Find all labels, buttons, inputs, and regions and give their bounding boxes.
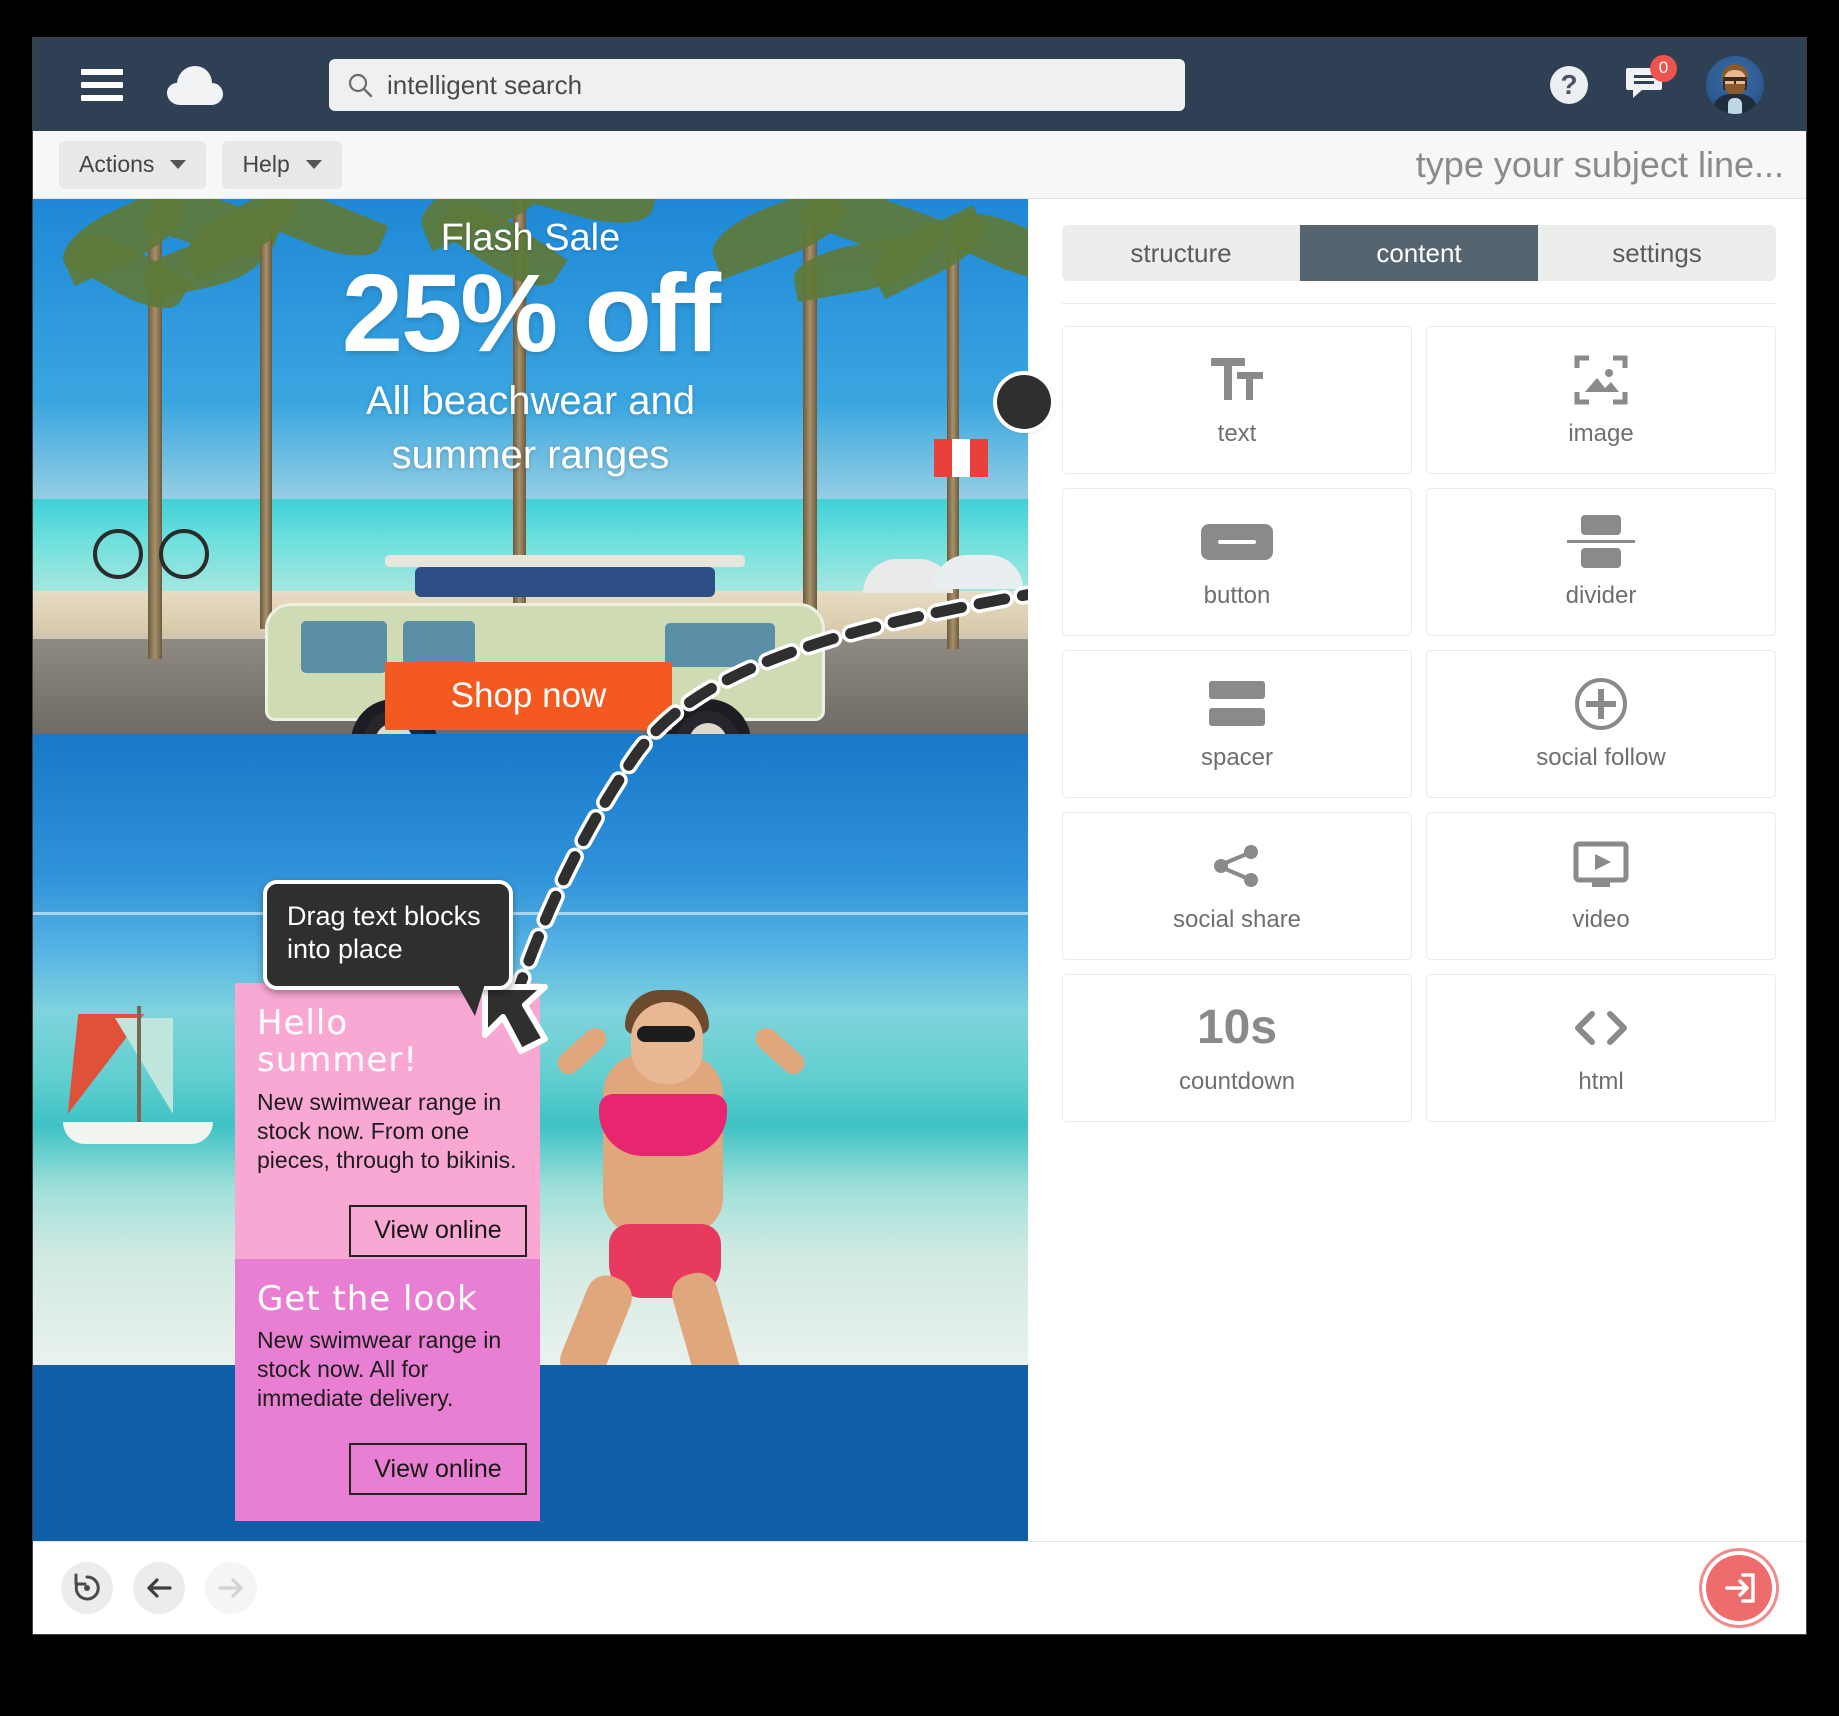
drag-handle-dot[interactable]: [997, 375, 1051, 429]
block-body: New swimwear range in stock now. From on…: [257, 1088, 517, 1173]
content-tile-spacer[interactable]: spacer: [1062, 650, 1412, 798]
content-tile-video[interactable]: video: [1426, 812, 1776, 960]
help-dropdown[interactable]: Help: [222, 140, 342, 189]
message-icon[interactable]: 0: [1626, 54, 1677, 105]
editor-body: Flash Sale 25% off All beachwear and sum…: [33, 199, 1806, 1541]
image-icon: [1573, 352, 1629, 408]
navbar-actions: ? 0: [1550, 38, 1764, 131]
content-tile-social-follow[interactable]: social follow: [1426, 650, 1776, 798]
block-title: Get the look: [257, 1279, 478, 1319]
top-navbar: intelligent search ? 0: [33, 38, 1806, 131]
actions-dropdown[interactable]: Actions: [59, 140, 207, 189]
text-block-get-the-look[interactable]: Get the look New swimwear range in stock…: [235, 1259, 540, 1522]
view-online-button[interactable]: View online: [349, 1443, 527, 1496]
content-tile-countdown[interactable]: 10s countdown: [1062, 974, 1412, 1122]
tile-label: countdown: [1178, 1068, 1296, 1095]
tile-label: button: [1203, 582, 1271, 609]
search-icon: [347, 72, 373, 98]
chevron-down-icon: [170, 160, 187, 169]
editor-toolbar: Actions Help type your subject line...: [33, 131, 1806, 199]
content-tile-button[interactable]: button: [1062, 488, 1412, 636]
search-input-value: intelligent search: [387, 69, 583, 100]
shop-now-button[interactable]: Shop now: [385, 662, 672, 730]
text-icon: [1207, 352, 1267, 408]
chevron-down-icon: [305, 160, 322, 169]
countdown-icon: 10s: [1196, 1001, 1278, 1054]
tab-content[interactable]: content: [1300, 225, 1538, 281]
help-icon[interactable]: ?: [1550, 65, 1588, 104]
subject-line-input[interactable]: type your subject line...: [1416, 144, 1784, 186]
tile-label: html: [1578, 1068, 1624, 1095]
content-panel: structure content settings text image bu…: [997, 199, 1806, 1541]
arrow-left-icon[interactable]: [133, 1562, 185, 1614]
send-export-icon[interactable]: [1706, 1555, 1772, 1621]
tile-label: text: [1217, 420, 1257, 447]
video-icon: [1573, 838, 1629, 894]
text-block-hello-summer[interactable]: Hello summer! New swimwear range in stoc…: [235, 983, 540, 1283]
content-tile-social-share[interactable]: social share: [1062, 812, 1412, 960]
tab-settings[interactable]: settings: [1538, 225, 1776, 281]
tile-label: image: [1568, 420, 1634, 447]
spacer-icon: [1207, 676, 1267, 732]
block-title: Hello summer!: [257, 1003, 419, 1081]
hero-text-group[interactable]: Flash Sale 25% off All beachwear and sum…: [33, 199, 1028, 480]
hero-headline: 25% off: [341, 252, 721, 375]
content-tile-image[interactable]: image: [1426, 326, 1776, 474]
divider-icon: [1565, 514, 1637, 570]
bottom-toolbar: [33, 1541, 1806, 1634]
hamburger-icon[interactable]: [81, 68, 123, 101]
actions-label: Actions: [79, 151, 155, 177]
tile-label: spacer: [1200, 744, 1274, 771]
content-tile-text[interactable]: text: [997, 326, 1412, 474]
app-window: intelligent search ? 0 Actions Help type…: [33, 38, 1806, 1634]
view-online-button[interactable]: View online: [349, 1204, 527, 1257]
html-icon: [1570, 1000, 1632, 1056]
arrow-right-icon: [205, 1562, 257, 1614]
block-body: New swimwear range in stock now. All for…: [257, 1327, 502, 1412]
button-icon: [1200, 514, 1274, 570]
panel-divider: [1062, 303, 1776, 304]
hero-subhead-line2: summer ranges: [391, 432, 670, 477]
email-canvas[interactable]: Flash Sale 25% off All beachwear and sum…: [33, 199, 1028, 1541]
message-badge: 0: [1650, 54, 1677, 82]
model-photo: [513, 974, 843, 1365]
history-revert-icon[interactable]: [61, 1562, 113, 1614]
help-label: Help: [242, 151, 290, 177]
drag-tooltip: Drag text blocks into place: [263, 880, 513, 1016]
tile-label: social follow: [1536, 744, 1666, 771]
social-follow-icon: [1574, 676, 1628, 732]
tile-label: divider: [1565, 582, 1637, 609]
tile-label: video: [1572, 906, 1630, 933]
avatar[interactable]: [1706, 55, 1764, 114]
content-tile-divider[interactable]: divider: [1426, 488, 1776, 636]
tooltip-line-1: Drag text blocks: [287, 901, 481, 931]
panel-tabs: structure content settings: [1062, 225, 1776, 281]
content-block-grid: text image button divider spacer social …: [997, 326, 1776, 1122]
tile-label: social share: [1172, 906, 1302, 933]
cloud-logo-icon[interactable]: [165, 63, 225, 107]
tooltip-line-2: into place: [287, 933, 403, 964]
social-share-icon: [1211, 838, 1263, 894]
hero-subhead-line1: All beachwear and: [365, 378, 696, 423]
content-tile-html[interactable]: html: [1426, 974, 1776, 1122]
search-input[interactable]: intelligent search: [329, 59, 1185, 111]
tab-structure[interactable]: structure: [1062, 225, 1300, 281]
